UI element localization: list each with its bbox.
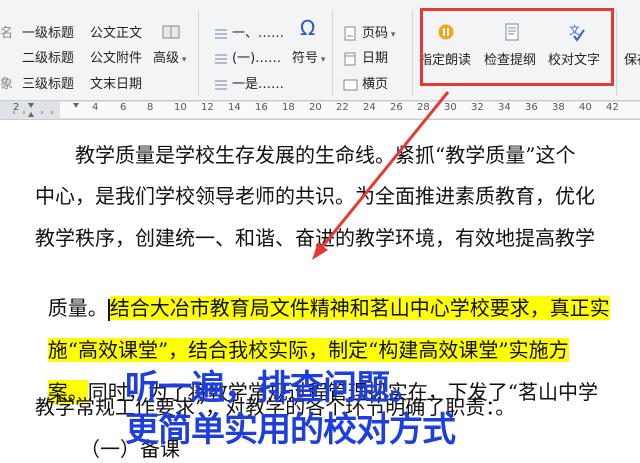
overlay-caption-line-2: 更简单实用的校对方式 — [125, 410, 456, 450]
